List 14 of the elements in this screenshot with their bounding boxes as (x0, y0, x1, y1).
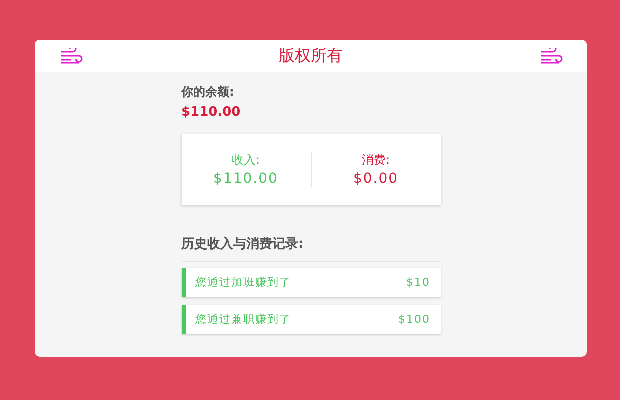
summary-label: 收入: (232, 152, 260, 169)
balance-label: 你的余额: (182, 84, 236, 101)
balance-amount: $110.00 (182, 105, 242, 120)
history-title: 历史收入与消费记录: (182, 235, 440, 262)
header-title: 版权所有 (279, 46, 343, 66)
record-text: 您通过加班赚到了 (196, 275, 292, 290)
wind-icon[interactable] (539, 48, 563, 64)
wind-icon[interactable] (59, 48, 83, 64)
summary-amount: $110.00 (214, 171, 278, 187)
summary-amount: $0.00 (353, 171, 399, 187)
record-amount: $100 (398, 313, 430, 326)
record-amount: $10 (406, 276, 430, 289)
summary-label: 消费: (362, 152, 390, 169)
record-text: 您通过兼职赚到了 (196, 312, 292, 327)
